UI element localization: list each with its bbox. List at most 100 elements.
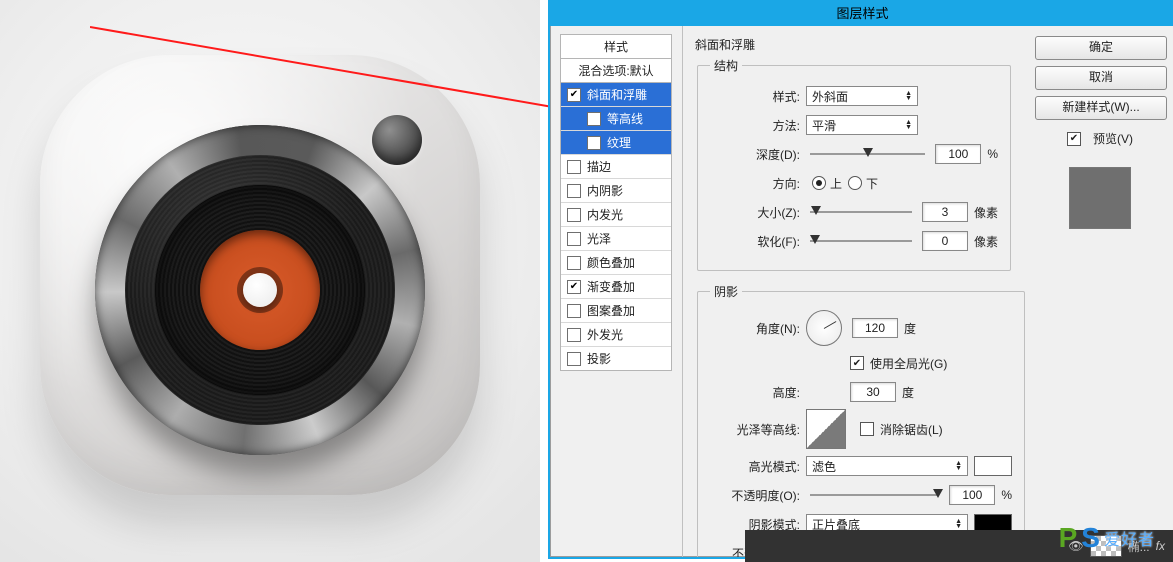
hi-opacity-input[interactable]: 100	[949, 485, 995, 505]
effects-side: 样式 混合选项:默认 斜面和浮雕等高线纹理描边内阴影内发光光泽颜色叠加渐变叠加图…	[550, 26, 683, 557]
antialias-label: 消除锯齿(L)	[880, 421, 943, 438]
style-value: 外斜面	[812, 88, 848, 105]
altitude-unit: 度	[902, 384, 914, 401]
icon-tile	[40, 55, 480, 495]
structure-legend: 结构	[710, 57, 742, 74]
angle-unit: 度	[904, 320, 916, 337]
shade-legend: 阴影	[710, 283, 742, 300]
effect-label-inner_shadow: 内阴影	[587, 182, 623, 199]
effect-label-contour_sub: 等高线	[607, 110, 643, 127]
depth-slider[interactable]	[810, 153, 925, 155]
direction-up-radio[interactable]	[812, 176, 826, 190]
highlight-swatch[interactable]	[974, 456, 1012, 476]
highlight-mode-select[interactable]: 滤色 ▲▼	[806, 456, 968, 476]
effect-check-drop_shadow[interactable]	[567, 352, 581, 366]
effect-check-bevel[interactable]	[567, 88, 581, 102]
effect-check-inner_shadow[interactable]	[567, 184, 581, 198]
effect-check-contour_sub[interactable]	[587, 112, 601, 126]
hi-opacity-unit: %	[1001, 488, 1012, 502]
dialog-title[interactable]: 图层样式	[550, 2, 1173, 26]
artwork-canvas	[0, 0, 540, 562]
effect-label-grad_ovl: 渐变叠加	[587, 278, 635, 295]
effect-color_ovl[interactable]: 颜色叠加	[561, 251, 671, 275]
icon-dot	[372, 115, 422, 165]
side-header-styles[interactable]: 样式	[560, 34, 672, 59]
preview-check[interactable]	[1067, 132, 1081, 146]
direction-down-text: 下	[866, 175, 878, 192]
caret-icon: ▲▼	[955, 461, 962, 471]
effect-grad_ovl[interactable]: 渐变叠加	[561, 275, 671, 299]
hi-opacity-label: 不透明度(O):	[710, 487, 806, 504]
method-value: 平滑	[812, 117, 836, 134]
angle-input[interactable]: 120	[852, 318, 898, 338]
effect-check-texture_sub[interactable]	[587, 136, 601, 150]
cancel-button[interactable]: 取消	[1035, 66, 1167, 90]
depth-label: 深度(D):	[710, 146, 806, 163]
effect-texture_sub[interactable]: 纹理	[561, 131, 671, 155]
effects-list: 斜面和浮雕等高线纹理描边内阴影内发光光泽颜色叠加渐变叠加图案叠加外发光投影	[560, 83, 672, 371]
antialias-check[interactable]	[860, 422, 874, 436]
effect-stroke[interactable]: 描边	[561, 155, 671, 179]
effect-label-bevel: 斜面和浮雕	[587, 86, 647, 103]
effect-bevel[interactable]: 斜面和浮雕	[561, 83, 671, 107]
layer-style-dialog: 图层样式 样式 混合选项:默认 斜面和浮雕等高线纹理描边内阴影内发光光泽颜色叠加…	[548, 0, 1173, 559]
effect-satin[interactable]: 光泽	[561, 227, 671, 251]
fx-icon[interactable]: fx	[1156, 539, 1165, 553]
direction-down-radio[interactable]	[848, 176, 862, 190]
caret-icon: ▲▼	[905, 120, 912, 130]
logo-p: P	[1059, 522, 1078, 554]
depth-input[interactable]: 100	[935, 144, 981, 164]
effect-pat_ovl[interactable]: 图案叠加	[561, 299, 671, 323]
direction-label: 方向:	[710, 175, 806, 192]
size-input[interactable]: 3	[922, 202, 968, 222]
effect-check-pat_ovl[interactable]	[567, 304, 581, 318]
ok-button[interactable]: 确定	[1035, 36, 1167, 60]
size-unit: 像素	[974, 204, 998, 221]
logo-s: S	[1081, 522, 1100, 554]
soften-slider[interactable]	[810, 240, 912, 242]
effect-label-outer_glow: 外发光	[587, 326, 623, 343]
soften-input[interactable]: 0	[922, 231, 968, 251]
altitude-label: 高度:	[710, 384, 806, 401]
effect-check-stroke[interactable]	[567, 160, 581, 174]
style-select[interactable]: 外斜面 ▲▼	[806, 86, 918, 106]
hi-opacity-slider[interactable]	[810, 494, 939, 496]
direction-up-text: 上	[830, 175, 842, 192]
effect-label-texture_sub: 纹理	[607, 134, 631, 151]
preview-swatch	[1069, 167, 1131, 229]
global-light-check[interactable]	[850, 356, 864, 370]
effect-label-satin: 光泽	[587, 230, 611, 247]
new-style-button[interactable]: 新建样式(W)...	[1035, 96, 1167, 120]
soften-label: 软化(F):	[710, 233, 806, 250]
ring-center	[243, 273, 277, 307]
effect-check-color_ovl[interactable]	[567, 256, 581, 270]
effect-check-outer_glow[interactable]	[567, 328, 581, 342]
effect-inner_shadow[interactable]: 内阴影	[561, 179, 671, 203]
angle-dial[interactable]	[806, 310, 842, 346]
structure-group: 结构 样式: 外斜面 ▲▼ 方法: 平滑 ▲▼ 深度(D):	[697, 57, 1011, 271]
effect-label-inner_glow: 内发光	[587, 206, 623, 223]
watermark-logo: PS 爱好者	[1059, 522, 1155, 554]
altitude-input[interactable]: 30	[850, 382, 896, 402]
gloss-contour[interactable]	[806, 409, 846, 449]
caret-icon: ▲▼	[905, 91, 912, 101]
depth-unit: %	[987, 147, 998, 161]
effect-check-grad_ovl[interactable]	[567, 280, 581, 294]
preview-label: 预览(V)	[1093, 130, 1133, 147]
effect-outer_glow[interactable]: 外发光	[561, 323, 671, 347]
size-slider[interactable]	[810, 211, 912, 213]
effect-inner_glow[interactable]: 内发光	[561, 203, 671, 227]
angle-label: 角度(N):	[710, 320, 806, 337]
effect-contour_sub[interactable]: 等高线	[561, 107, 671, 131]
effect-drop_shadow[interactable]: 投影	[561, 347, 671, 370]
method-select[interactable]: 平滑 ▲▼	[806, 115, 918, 135]
shade-group: 阴影 角度(N): 120 度 使用全局光(G) 高度:	[697, 283, 1025, 557]
side-header-blend[interactable]: 混合选项:默认	[560, 59, 672, 83]
effect-label-drop_shadow: 投影	[587, 350, 611, 367]
size-label: 大小(Z):	[710, 204, 806, 221]
effect-check-inner_glow[interactable]	[567, 208, 581, 222]
icon-speaker	[95, 125, 425, 455]
effect-check-satin[interactable]	[567, 232, 581, 246]
logo-text: 爱好者	[1104, 526, 1155, 550]
soften-unit: 像素	[974, 233, 998, 250]
